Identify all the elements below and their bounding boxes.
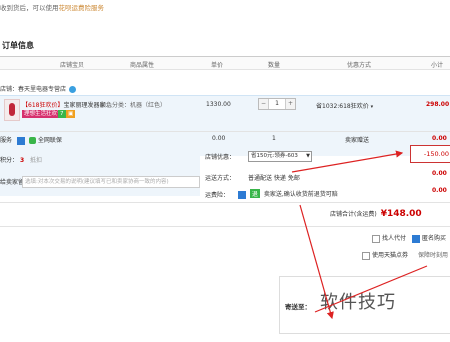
arrow-to-discount xyxy=(291,150,404,173)
arrow-to-address xyxy=(299,204,334,320)
annotation-arrows xyxy=(291,150,428,320)
arrow-to-checkout xyxy=(314,265,428,313)
